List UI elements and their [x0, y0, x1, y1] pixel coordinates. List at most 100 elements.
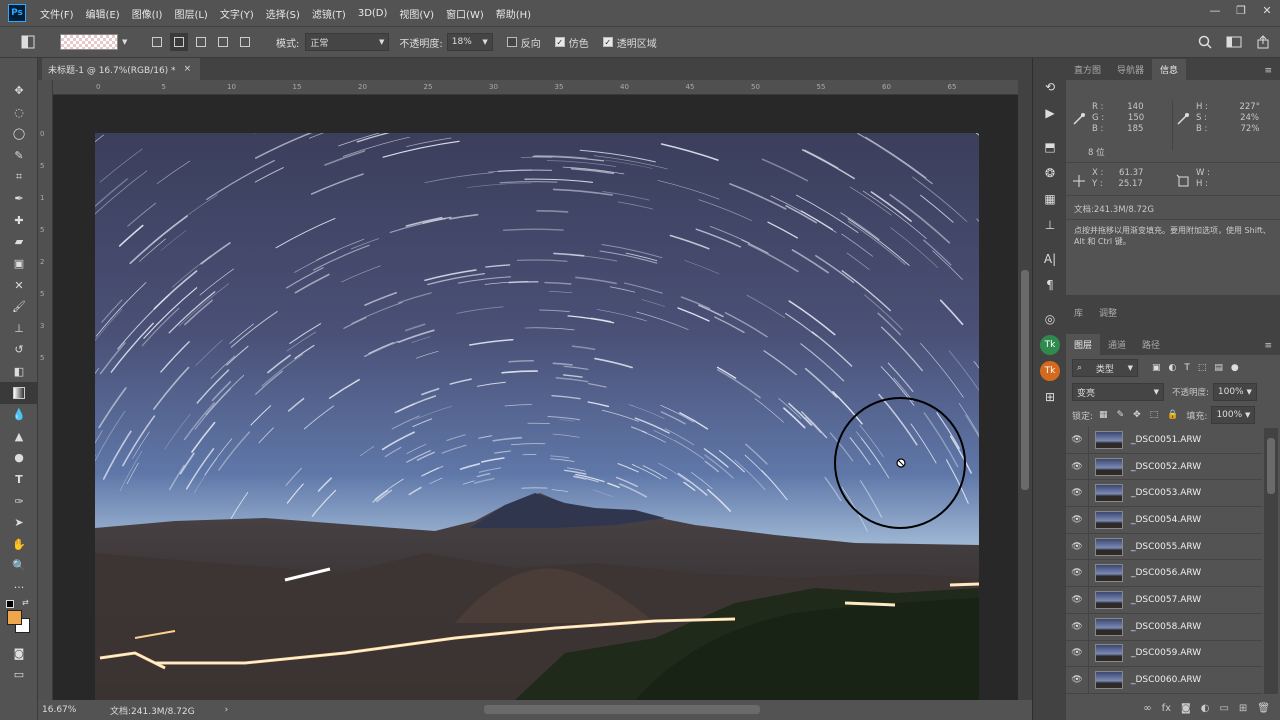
gradient-picker[interactable]: ▼: [60, 34, 140, 50]
add-mask-icon[interactable]: ◙: [1181, 703, 1191, 714]
actions-play-icon[interactable]: ▶: [1033, 100, 1067, 126]
eye-icon[interactable]: 👁: [1066, 675, 1088, 685]
swatches-grid-icon[interactable]: ▦: [1033, 186, 1067, 212]
eye-icon[interactable]: 👁: [1066, 595, 1088, 605]
quick-mask-icon[interactable]: ◙: [0, 642, 38, 664]
search-icon[interactable]: [1198, 35, 1212, 49]
layer-row[interactable]: 👁 _DSC0052.ARW: [1066, 453, 1262, 481]
crop-tool-icon[interactable]: ⌗: [0, 166, 38, 188]
frame-tool-icon[interactable]: ▣: [0, 253, 38, 275]
angle-gradient-button[interactable]: [192, 33, 210, 51]
menu-help[interactable]: 帮助(H): [490, 6, 537, 21]
paragraph-icon[interactable]: ¶: [1033, 272, 1067, 298]
canvas-image[interactable]: [95, 133, 979, 700]
reverse-checkbox[interactable]: 反向: [506, 35, 541, 50]
close-tab-icon[interactable]: ×: [184, 64, 192, 74]
lock-artboard-icon[interactable]: ⬚: [1150, 410, 1159, 420]
menu-image[interactable]: 图像(I): [126, 6, 169, 21]
transparency-checkbox[interactable]: ✓ 透明区域: [602, 35, 657, 50]
layer-row[interactable]: 👁 _DSC0056.ARW: [1066, 560, 1262, 588]
move-tool-icon[interactable]: ✥: [0, 80, 38, 102]
blend-mode-select[interactable]: 变亮 ▼: [1072, 383, 1164, 401]
type-filter-icon[interactable]: T: [1184, 363, 1190, 373]
menu-3d[interactable]: 3D(D): [352, 8, 394, 19]
horizontal-scroll-thumb[interactable]: [484, 705, 760, 714]
pen-tool-icon[interactable]: ✑: [0, 490, 38, 512]
layer-row[interactable]: 👁 _DSC0051.ARW: [1066, 427, 1262, 454]
brushes-icon[interactable]: ❂: [1033, 160, 1067, 186]
lock-image-icon[interactable]: ✎: [1117, 410, 1125, 420]
layer-style-icon[interactable]: fx: [1162, 703, 1171, 714]
layers-scrollbar[interactable]: [1264, 428, 1278, 694]
tab-libraries[interactable]: 库: [1066, 302, 1091, 323]
close-button[interactable]: ✕: [1254, 0, 1280, 20]
eye-icon[interactable]: 👁: [1066, 622, 1088, 632]
vertical-scrollbar[interactable]: [1018, 80, 1032, 700]
sharpen-tool-icon[interactable]: ▲: [0, 426, 38, 448]
brush-settings-icon[interactable]: ⬒: [1033, 134, 1067, 160]
lock-transparent-icon[interactable]: ▦: [1099, 410, 1108, 420]
lock-position-icon[interactable]: ✥: [1133, 410, 1141, 420]
menu-type[interactable]: 文字(Y): [214, 6, 260, 21]
document-tab[interactable]: 未标题-1 @ 16.7%(RGB/16) * ×: [42, 58, 200, 80]
workspace-icon[interactable]: [1226, 35, 1242, 49]
panel-menu-icon[interactable]: ≡: [1256, 62, 1280, 80]
brush-tool-icon[interactable]: 🖌: [0, 296, 38, 318]
tab-info[interactable]: 信息: [1152, 59, 1187, 80]
link-layers-icon[interactable]: ∞: [1143, 703, 1151, 714]
layers-scroll-thumb[interactable]: [1267, 438, 1275, 494]
swap-colors-icon[interactable]: ⇄: [22, 598, 29, 607]
menu-edit[interactable]: 编辑(E): [80, 6, 126, 21]
eye-icon[interactable]: 👁: [1066, 488, 1088, 498]
adjustment-filter-icon[interactable]: ◐: [1169, 363, 1177, 373]
filter-toggle-icon[interactable]: ●: [1231, 363, 1239, 373]
marquee-tool-icon[interactable]: ◌: [0, 102, 38, 124]
properties-icon[interactable]: ◎: [1033, 306, 1067, 332]
eye-icon[interactable]: 👁: [1066, 435, 1088, 445]
eye-icon[interactable]: 👁: [1066, 542, 1088, 552]
layer-row[interactable]: 👁 _DSC0057.ARW: [1066, 587, 1262, 614]
align-icon[interactable]: ⊞: [1033, 384, 1067, 410]
tab-navigator[interactable]: 导航器: [1109, 59, 1152, 80]
gradient-tool-icon[interactable]: [0, 382, 38, 404]
filter-type-select[interactable]: ⌕ 类型 ▼: [1072, 359, 1138, 377]
menu-layer[interactable]: 图层(L): [168, 6, 213, 21]
eyedropper-tool-icon[interactable]: ✒: [0, 188, 38, 210]
history-brush-tool-icon[interactable]: ↺: [0, 339, 38, 361]
shape-filter-icon[interactable]: ⬚: [1198, 363, 1207, 373]
new-layer-icon[interactable]: ⊞: [1239, 703, 1247, 714]
linear-gradient-button[interactable]: [148, 33, 166, 51]
foreground-color-swatch[interactable]: [7, 610, 22, 626]
pixel-filter-icon[interactable]: ▣: [1152, 363, 1161, 373]
tab-channels[interactable]: 通道: [1100, 334, 1134, 355]
content-aware-move-tool-icon[interactable]: ✕: [0, 274, 38, 296]
zoom-level[interactable]: 16.67%: [42, 705, 102, 715]
diamond-gradient-button[interactable]: [236, 33, 254, 51]
smart-object-filter-icon[interactable]: ▤: [1214, 363, 1223, 373]
tab-adjustments[interactable]: 调整: [1091, 302, 1125, 323]
eraser-tool-icon[interactable]: ◧: [0, 361, 38, 383]
lock-all-icon[interactable]: 🔒: [1167, 410, 1178, 420]
layer-opacity-input[interactable]: 100% ▼: [1212, 383, 1257, 401]
default-colors-icon[interactable]: [6, 600, 14, 609]
screen-mode-icon[interactable]: ▭: [0, 664, 38, 686]
menu-filter[interactable]: 滤镜(T): [306, 6, 352, 21]
share-icon[interactable]: [1256, 35, 1270, 49]
mode-select[interactable]: 正常 ▼: [305, 33, 390, 51]
zoom-tool-icon[interactable]: 🔍: [0, 555, 38, 577]
tk-panel-icon[interactable]: Tk: [1033, 332, 1067, 358]
opacity-input[interactable]: 18% ▼: [446, 33, 493, 51]
new-group-icon[interactable]: ▭: [1219, 703, 1228, 714]
new-adjustment-icon[interactable]: ◐: [1201, 703, 1210, 714]
tab-paths[interactable]: 路径: [1134, 334, 1168, 355]
layer-row[interactable]: 👁 _DSC0054.ARW: [1066, 506, 1262, 534]
eye-icon[interactable]: 👁: [1066, 462, 1088, 472]
bandage-tool-icon[interactable]: ▰: [0, 231, 38, 253]
tool-preset-picker[interactable]: [20, 34, 60, 50]
history-icon[interactable]: ⟲: [1033, 74, 1067, 100]
fill-input[interactable]: 100% ▼: [1211, 406, 1256, 424]
layer-row[interactable]: 👁 _DSC0053.ARW: [1066, 480, 1262, 508]
tab-histogram[interactable]: 直方图: [1066, 59, 1109, 80]
layer-row[interactable]: 👁 _DSC0058.ARW: [1066, 613, 1262, 641]
eye-icon[interactable]: 👁: [1066, 515, 1088, 525]
